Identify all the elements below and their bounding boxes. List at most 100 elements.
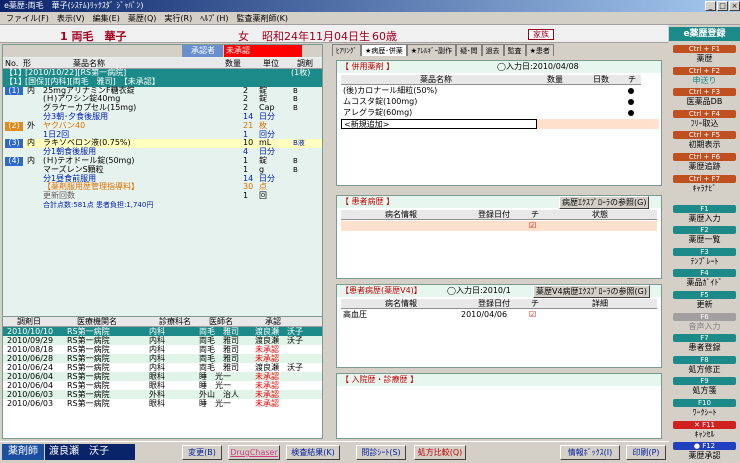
sidebar-button-9[interactable]: F3 ﾃﾝﾌﾟﾚｰﾄ — [673, 247, 736, 267]
menu-item-6[interactable]: 監査薬剤師(K) — [232, 12, 292, 24]
menu-item-0[interactable]: ファイル(F) — [2, 12, 53, 24]
maximize-icon[interactable]: □ — [717, 1, 728, 11]
sidebar-button-13[interactable]: F7 患者登録 — [673, 334, 736, 353]
approver-label: 承認者 — [183, 45, 223, 57]
sidebar-button-5[interactable]: Ctrl + F6 薬歴追跡 — [673, 153, 736, 172]
disease-panel: 【 患者病歴 】 病歴ｴｸｽﾌﾟﾛｰﾗの参照(G) 病名情報 登録日付 チ 状態… — [336, 195, 662, 279]
sidebar-button-18[interactable]: ● F12 薬歴承認 — [673, 442, 736, 461]
dispense-code: B — [293, 95, 298, 104]
history-row[interactable]: 2010/06/03 RS第一病院 外科 外山 治人 未承認 — [3, 390, 322, 399]
disease-row[interactable]: ☑ — [341, 221, 657, 231]
checkbox-icon[interactable]: ☑ — [529, 310, 536, 320]
concomitant-drug: アレグラ錠(60mg) — [343, 108, 413, 117]
sidebar-button-label: 薬品ｶﾞｲﾄﾞ — [686, 278, 723, 288]
checkbox-icon[interactable]: ☑ — [529, 221, 536, 231]
sidebar-button-16[interactable]: F10 ﾜｰｸｼｰﾄ — [673, 399, 736, 418]
sidebar-button-15[interactable]: F9 処方箋 — [673, 377, 736, 396]
history-cell: 内科 — [149, 354, 165, 363]
sidebar-button-10[interactable]: F4 薬品ｶﾞｲﾄﾞ — [673, 269, 736, 288]
concomitant-row[interactable]: アレグラ錠(60mg) — [341, 108, 641, 118]
history-cell: 2010/06/03 — [7, 390, 54, 399]
sidebar-button-12[interactable]: F6 音声入力 — [673, 312, 736, 332]
sidebar-button-8[interactable]: F2 薬歴一覧 — [673, 226, 736, 245]
disease-v4-panel: 【患者病歴(薬歴V4)】 ◯入力日:2010/1 薬歴V4病歴ｴｸｽﾌﾟﾛｰﾗの… — [336, 284, 662, 368]
sidebar-button-4[interactable]: Ctrl + F5 初期表示 — [673, 131, 736, 150]
shortcut-key: Ctrl + F4 — [673, 109, 736, 118]
history-row[interactable]: 2010/06/28 RS第一病院 内科 両毛 雅司 未承認 — [3, 354, 322, 363]
status-button-3[interactable]: 問診ｼｰﾄ(S) — [356, 445, 406, 460]
history-row[interactable]: 2010/08/18 RS第一病院 内科 両毛 雅司 未承認 — [3, 345, 322, 354]
history-cell: 睡 光一 — [199, 399, 231, 408]
sidebar-button-label: 処方箋 — [692, 386, 717, 396]
dispense-code: B — [293, 165, 298, 174]
disease-v4-ref-button[interactable]: 薬歴V4病歴ｴｸｽﾌﾟﾛｰﾗの参照(G) — [533, 285, 651, 298]
history-cell: 未承認 — [255, 381, 279, 390]
disease-ref-button[interactable]: 病歴ｴｸｽﾌﾟﾛｰﾗの参照(G) — [559, 196, 650, 209]
prescription-row[interactable]: 更新回数 1 回 — [3, 191, 322, 201]
dispense-code: B — [293, 104, 298, 113]
tab-2[interactable]: ★ｱﾚﾙｷﾞｰ副作 — [406, 44, 457, 56]
history-row[interactable]: 2010/06/04 RS第一病院 眼科 睡 光一 未承認 — [3, 372, 322, 381]
new-entry-row[interactable]: <新規追加> — [341, 119, 537, 129]
tab-5[interactable]: 監査 — [503, 44, 526, 56]
tab-0[interactable]: ﾋｱﾘﾝｸﾞ — [332, 44, 361, 56]
sidebar-button-11[interactable]: F5 更新 — [673, 291, 736, 310]
history-cell: 2010/06/24 — [7, 363, 54, 372]
sidebar-button-17[interactable]: ✕ F11 ｷｬﾝｾﾙ — [673, 420, 736, 440]
status-button-1[interactable]: DrugChaser — [228, 445, 280, 460]
history-col-3: 医師名 — [209, 317, 233, 326]
rp-number: (2) — [5, 121, 23, 131]
family-button[interactable]: 家族 — [528, 29, 554, 40]
history-cell: 眼科 — [149, 381, 165, 390]
menu-item-5[interactable]: ﾍﾙﾌﾟ(H) — [196, 12, 232, 24]
col-check: チ — [531, 210, 539, 219]
concomitant-row[interactable]: (後)カロナール細粒(50%) — [341, 86, 641, 96]
sidebar-button-7[interactable]: F1 薬歴入力 — [673, 204, 736, 224]
history-row[interactable]: 2010/06/04 RS第一病院 眼科 睡 光一 未承認 — [3, 381, 322, 390]
prescription-row[interactable]: 合計点数:581点 患者負担:1,740円 — [3, 201, 322, 210]
history-cell: 2010/06/04 — [7, 381, 54, 390]
sidebar-button-label: 初期表示 — [688, 140, 721, 150]
sidebar-button-3[interactable]: Ctrl + F4 ﾌﾘｰ取込 — [673, 109, 736, 129]
close-icon[interactable]: × — [729, 1, 740, 11]
tab-bar: ﾋｱﾘﾝｸﾞ ★病歴･併薬 ★ｱﾚﾙｷﾞｰ副作 疑･問 過去 監査 ★患者 — [332, 44, 668, 56]
minimize-icon[interactable]: _ — [705, 1, 716, 11]
shortcut-key: ● F12 — [673, 442, 736, 451]
col-3: 数量 — [225, 59, 241, 68]
tab-3[interactable]: 疑･問 — [456, 44, 482, 56]
disease-v4-row[interactable]: 高血圧 2010/04/06 ☑ — [341, 310, 657, 320]
sidebar-button-0[interactable]: Ctrl + F1 薬歴 — [673, 45, 736, 64]
status-button-4[interactable]: 処方比較(Q) — [414, 445, 466, 460]
history-cell: RS第一病院 — [67, 336, 110, 345]
history-cell: 2010/10/10 — [7, 327, 54, 336]
history-cell: 未承認 — [255, 354, 279, 363]
history-cell: 両毛 雅司 — [199, 345, 239, 354]
history-row[interactable]: 2010/06/24 RS第一病院 内科 両毛 雅司 渡良瀬 沃子 — [3, 363, 322, 372]
history-col-4: 承認 — [265, 317, 281, 326]
drug-unit: 回 — [259, 191, 267, 201]
status-button-2[interactable]: 検査結果(K) — [286, 445, 340, 460]
tab-6[interactable]: ★患者 — [525, 44, 554, 56]
sidebar-button-1[interactable]: Ctrl + F2 申送り — [673, 66, 736, 86]
status-button-6[interactable]: 印刷(P) — [626, 445, 666, 460]
history-row[interactable]: 2010/09/29 RS第一病院 内科 両毛 雅司 渡良瀬 沃子 — [3, 336, 322, 345]
menu-item-1[interactable]: 表示(V) — [53, 12, 89, 24]
check-dot-icon — [628, 110, 634, 116]
history-cell: 2010/06/03 — [7, 399, 54, 408]
menu-item-2[interactable]: 編集(E) — [89, 12, 124, 24]
menu-item-3[interactable]: 薬歴(Q) — [124, 12, 161, 24]
status-button-0[interactable]: 変更(B) — [182, 445, 222, 460]
sidebar-button-2[interactable]: Ctrl + F3 医薬品DB — [673, 88, 736, 107]
menu-item-4[interactable]: 実行(R) — [160, 12, 196, 24]
shortcut-key: F7 — [673, 334, 736, 343]
history-cell: RS第一病院 — [67, 399, 110, 408]
concomitant-row[interactable]: ムコスタ錠(100mg) — [341, 97, 641, 107]
history-row[interactable]: 2010/06/03 RS第一病院 眼科 睡 光一 未承認 — [3, 399, 322, 408]
history-row[interactable]: 2010/10/10 RS第一病院 内科 両毛 雅司 渡良瀬 沃子 — [3, 327, 322, 336]
history-cell: RS第一病院 — [67, 390, 110, 399]
status-button-5[interactable]: 情報ﾎﾞｯｸｽ(I) — [560, 445, 620, 460]
sidebar-button-14[interactable]: F8 処方修正 — [673, 355, 736, 375]
sidebar-button-6[interactable]: Ctrl + F7 ｷｬﾗﾅﾋﾞ — [673, 174, 736, 194]
tab-4[interactable]: 過去 — [481, 44, 504, 56]
tab-1[interactable]: ★病歴･併薬 — [361, 44, 407, 56]
